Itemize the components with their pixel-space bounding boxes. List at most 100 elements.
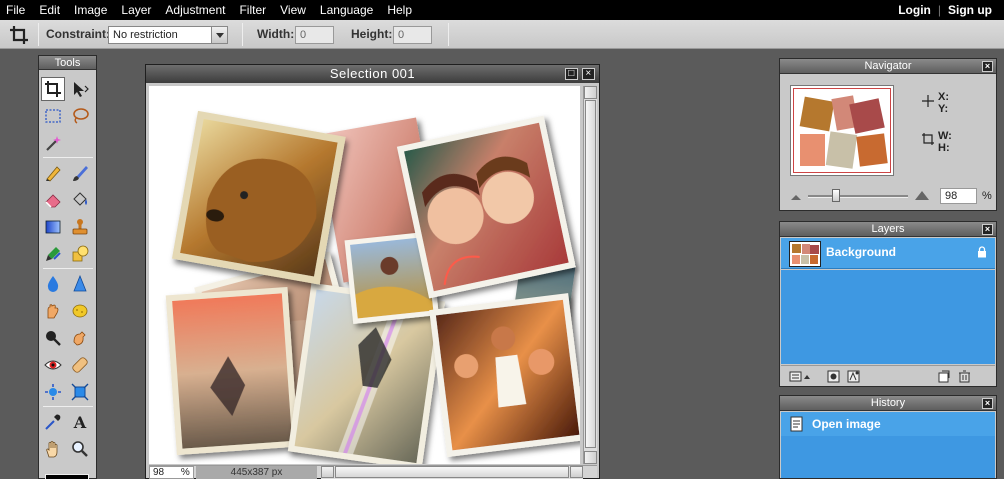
vertical-scroll-thumb[interactable] [585, 100, 596, 448]
width-input[interactable]: 0 [295, 26, 334, 44]
scroll-left-icon[interactable] [321, 466, 334, 478]
blur-tool[interactable] [41, 272, 65, 296]
horizontal-scroll-thumb[interactable] [335, 466, 569, 478]
layer-mask-icon[interactable] [827, 370, 840, 383]
menu-filter[interactable]: Filter [232, 0, 273, 20]
bloat-tool[interactable] [41, 380, 65, 404]
menu-layer[interactable]: Layer [114, 0, 158, 20]
navigator-zoom-input[interactable]: 98 [940, 188, 977, 204]
layers-title-text: Layers [871, 223, 905, 235]
close-icon[interactable]: × [982, 61, 993, 72]
eyedropper-icon [45, 414, 61, 430]
menu-image[interactable]: Image [67, 0, 114, 20]
eraser-tool[interactable] [41, 188, 65, 212]
marquee-tool[interactable] [41, 104, 65, 128]
close-icon[interactable]: × [982, 224, 993, 235]
crop-icon [10, 26, 28, 44]
smudge-icon [47, 304, 59, 319]
stamp-tool[interactable] [68, 215, 92, 239]
pencil-tool[interactable] [41, 161, 65, 185]
eyedropper-tool[interactable] [41, 410, 65, 434]
signup-link[interactable]: Sign up [948, 3, 992, 17]
color-replace-tool[interactable] [41, 242, 65, 266]
navigator-viewport[interactable] [793, 88, 891, 173]
burn-tool[interactable] [68, 326, 92, 350]
tools-divider [43, 157, 93, 158]
color-swatch[interactable] [45, 474, 89, 479]
history-title-text: History [870, 397, 906, 409]
spot-heal-icon [72, 357, 88, 373]
layer-fx-icon[interactable] [847, 370, 860, 383]
lock-icon [978, 246, 986, 258]
constraint-select[interactable]: No restriction [108, 26, 228, 44]
dodge-icon [46, 331, 61, 346]
scroll-up-icon[interactable] [584, 86, 597, 99]
dodge-tool[interactable] [41, 326, 65, 350]
navigator-preview[interactable] [790, 85, 894, 176]
trash-icon[interactable] [958, 370, 971, 383]
options-bar: Constraint: No restriction Width: 0 Heig… [0, 20, 1004, 49]
zoom-tool[interactable] [68, 437, 92, 461]
red-eye-tool[interactable] [41, 353, 65, 377]
pinch-tool[interactable] [68, 380, 92, 404]
layer-item[interactable]: Background [781, 238, 995, 269]
move-tool[interactable] [68, 77, 92, 101]
menu-language[interactable]: Language [313, 0, 380, 20]
magic-wand-tool[interactable] [41, 131, 65, 155]
menu-view[interactable]: View [273, 0, 313, 20]
sharpen-tool[interactable] [68, 272, 92, 296]
zoom-out-icon[interactable] [790, 191, 802, 201]
scroll-right-icon[interactable] [570, 466, 583, 478]
layer-settings-icon[interactable] [789, 370, 811, 383]
zoom-icon [72, 441, 88, 457]
close-icon[interactable]: × [582, 68, 595, 80]
scroll-down-icon[interactable] [584, 451, 597, 464]
brush-tool[interactable] [68, 161, 92, 185]
shape-tool[interactable] [68, 242, 92, 266]
crop-tool[interactable] [41, 77, 65, 101]
options-divider [38, 23, 39, 46]
history-item-name: Open image [812, 417, 881, 431]
shape-icon [72, 245, 89, 262]
magic-wand-icon [46, 136, 61, 151]
height-input[interactable]: 0 [393, 26, 432, 44]
menu-help[interactable]: Help [380, 0, 419, 20]
document-window: Selection 001 □ × 98 % 445x387 px [145, 64, 600, 479]
hand-tool[interactable] [41, 437, 65, 461]
gradient-icon [45, 220, 61, 234]
maximize-icon[interactable]: □ [565, 68, 578, 80]
bucket-tool[interactable] [68, 188, 92, 212]
close-icon[interactable]: × [982, 398, 993, 409]
smudge-tool[interactable] [41, 299, 65, 323]
image-canvas[interactable] [149, 86, 580, 464]
size-icon [922, 133, 934, 145]
zoom-in-icon[interactable] [914, 189, 930, 201]
options-divider [448, 23, 449, 46]
login-link[interactable]: Login [898, 3, 931, 17]
vertical-scrollbar[interactable] [583, 86, 597, 464]
options-divider [242, 23, 243, 46]
horizontal-scrollbar[interactable] [321, 466, 583, 479]
lasso-tool[interactable] [68, 104, 92, 128]
new-layer-icon[interactable] [937, 370, 950, 383]
width-coordinate-label: W: [938, 130, 952, 142]
zoom-slider-track[interactable] [808, 195, 908, 198]
type-tool[interactable]: A [68, 410, 92, 434]
navigator-zoom: 98 % [790, 187, 992, 205]
gradient-tool[interactable] [41, 215, 65, 239]
chevron-down-icon[interactable] [211, 27, 227, 43]
spot-heal-tool[interactable] [68, 353, 92, 377]
menu-edit[interactable]: Edit [32, 0, 67, 20]
sponge-tool[interactable] [68, 299, 92, 323]
navigator-thumbnail [794, 89, 890, 172]
zoom-slider-thumb[interactable] [832, 189, 840, 202]
history-list-area [781, 436, 995, 478]
auth-separator: | [937, 3, 941, 17]
navigator-panel: Navigator × X: Y: W: H: 98 % [779, 58, 997, 211]
history-item[interactable]: Open image [781, 412, 995, 436]
pencil-icon [46, 166, 61, 182]
width-label: Width: [257, 27, 295, 41]
menu-adjustment[interactable]: Adjustment [158, 0, 232, 20]
zoom-field[interactable]: 98 % [149, 466, 194, 479]
menu-file[interactable]: File [0, 0, 32, 20]
